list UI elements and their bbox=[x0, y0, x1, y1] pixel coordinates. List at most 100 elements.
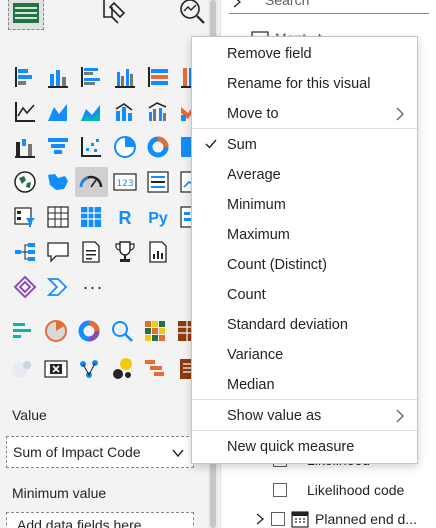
menu-minimum[interactable]: Minimum bbox=[192, 191, 417, 219]
pie-chart-icon[interactable] bbox=[108, 132, 141, 162]
custom-close-visual-icon[interactable] bbox=[39, 354, 72, 384]
menu-item-label: Sum bbox=[227, 137, 257, 153]
custom-heatmap-visual-icon[interactable] bbox=[138, 316, 171, 346]
field-row-planned-end-date[interactable]: Planned end d... bbox=[221, 505, 436, 528]
custom-search-visual-icon[interactable] bbox=[105, 316, 138, 346]
field-label: Planned end d... bbox=[315, 511, 417, 527]
table-icon[interactable] bbox=[41, 202, 74, 232]
menu-item-label: Move to bbox=[227, 106, 279, 122]
donut-chart-icon[interactable] bbox=[141, 132, 174, 162]
menu-item-label: Minimum bbox=[227, 197, 286, 213]
analytics-magnifier-icon bbox=[180, 0, 205, 24]
100-stacked-bar-chart-icon[interactable] bbox=[141, 62, 174, 92]
chevron-down-icon[interactable] bbox=[171, 446, 185, 463]
menu-item-label: Median bbox=[227, 377, 275, 393]
fields-search-input[interactable]: Search bbox=[229, 0, 429, 14]
paintbrush-icon bbox=[103, 0, 126, 24]
line-and-stacked-column-icon[interactable] bbox=[108, 97, 141, 127]
calendar-icon bbox=[291, 511, 309, 528]
checkmark-icon bbox=[205, 139, 217, 149]
custom-donut-visual-icon[interactable] bbox=[72, 316, 105, 346]
search-placeholder: Search bbox=[265, 0, 310, 8]
scatter-chart-icon[interactable] bbox=[75, 132, 108, 162]
menu-maximum[interactable]: Maximum bbox=[192, 221, 417, 249]
format-visual-tab[interactable] bbox=[95, 0, 131, 30]
svg-text:Py: Py bbox=[148, 210, 168, 227]
custom-dial-visual-icon[interactable] bbox=[39, 316, 72, 346]
more-visuals-icon[interactable]: ··· bbox=[76, 272, 110, 302]
menu-item-label: Remove field bbox=[227, 46, 312, 62]
svg-text:R: R bbox=[118, 208, 131, 228]
matrix-icon[interactable] bbox=[75, 202, 108, 232]
visual-gallery: 123 R Py ··· bbox=[8, 62, 208, 307]
menu-item-label: Rename for this visual bbox=[227, 76, 371, 92]
area-chart-icon[interactable] bbox=[41, 97, 74, 127]
chevron-right-icon[interactable] bbox=[231, 0, 243, 8]
menu-separator bbox=[192, 399, 417, 400]
minimum-value-label: Minimum value bbox=[12, 485, 107, 501]
python-visual-icon[interactable]: Py bbox=[141, 202, 174, 232]
waterfall-chart-icon[interactable] bbox=[8, 132, 41, 162]
menu-item-label: Show value as bbox=[227, 408, 322, 424]
slicer-icon[interactable] bbox=[8, 202, 41, 232]
filled-map-icon[interactable] bbox=[41, 167, 74, 197]
chevron-right-icon bbox=[396, 107, 404, 121]
custom-network-visual-icon[interactable] bbox=[72, 354, 105, 384]
menu-sum[interactable]: Sum bbox=[192, 131, 417, 159]
menu-count-distinct[interactable]: Count (Distinct) bbox=[192, 251, 417, 279]
map-icon[interactable] bbox=[8, 167, 41, 197]
stacked-column-chart-icon[interactable] bbox=[41, 62, 74, 92]
custom-bar-visual-icon[interactable] bbox=[6, 316, 39, 346]
build-visual-icon bbox=[13, 3, 39, 23]
menu-variance[interactable]: Variance bbox=[192, 341, 417, 369]
field-checkbox[interactable] bbox=[271, 512, 285, 526]
build-visual-tab[interactable] bbox=[8, 0, 44, 30]
smart-narrative-icon[interactable] bbox=[75, 237, 108, 267]
menu-average[interactable]: Average bbox=[192, 161, 417, 189]
custom-gantt-visual-icon[interactable] bbox=[138, 354, 171, 384]
stacked-area-chart-icon[interactable] bbox=[75, 97, 108, 127]
clustered-bar-chart-icon[interactable] bbox=[75, 62, 108, 92]
power-automate-icon[interactable] bbox=[42, 272, 76, 302]
add-data-field-well[interactable]: Add data fields here bbox=[6, 512, 194, 528]
decomposition-tree-icon[interactable] bbox=[8, 237, 41, 267]
menu-remove-field[interactable]: Remove field bbox=[192, 40, 417, 68]
field-checkbox[interactable] bbox=[273, 483, 287, 497]
visualizations-pane: 123 R Py ··· Value Sum of Impact Code Mi… bbox=[0, 0, 218, 528]
menu-count[interactable]: Count bbox=[192, 281, 417, 309]
menu-item-label: Count bbox=[227, 287, 266, 303]
field-context-menu: Remove field Rename for this visual Move… bbox=[191, 36, 418, 464]
menu-separator bbox=[192, 430, 417, 431]
menu-new-quick-measure[interactable]: New quick measure bbox=[192, 433, 417, 461]
menu-move-to[interactable]: Move to bbox=[192, 100, 417, 128]
r-script-visual-icon[interactable]: R bbox=[108, 202, 141, 232]
menu-item-label: Variance bbox=[227, 347, 284, 363]
pane-tabs bbox=[0, 0, 218, 38]
clustered-column-chart-icon[interactable] bbox=[108, 62, 141, 92]
field-row-likelihood-code[interactable]: Likelihood code bbox=[221, 476, 436, 504]
card-icon[interactable]: 123 bbox=[108, 167, 141, 197]
paginated-report-icon[interactable] bbox=[141, 237, 174, 267]
menu-median[interactable]: Median bbox=[192, 371, 417, 399]
qa-visual-icon[interactable] bbox=[41, 237, 74, 267]
line-and-clustered-column-icon[interactable] bbox=[141, 97, 174, 127]
custom-dots-visual-icon[interactable] bbox=[105, 354, 138, 384]
multi-row-card-icon[interactable] bbox=[141, 167, 174, 197]
line-chart-icon[interactable] bbox=[8, 97, 41, 127]
gauge-icon[interactable] bbox=[74, 167, 108, 197]
menu-show-value-as[interactable]: Show value as bbox=[192, 402, 417, 430]
value-field-well[interactable]: Sum of Impact Code bbox=[6, 436, 194, 468]
funnel-chart-icon[interactable] bbox=[41, 132, 74, 162]
analytics-tab[interactable] bbox=[174, 0, 210, 30]
custom-bubble-visual-icon[interactable] bbox=[6, 354, 39, 384]
menu-item-label: Count (Distinct) bbox=[227, 257, 327, 273]
power-apps-icon[interactable] bbox=[8, 272, 42, 302]
svg-text:123: 123 bbox=[116, 179, 133, 189]
menu-rename-for-visual[interactable]: Rename for this visual bbox=[192, 70, 417, 98]
menu-standard-deviation[interactable]: Standard deviation bbox=[192, 311, 417, 339]
stacked-bar-chart-icon[interactable] bbox=[8, 62, 41, 92]
menu-item-label: Standard deviation bbox=[227, 317, 348, 333]
chevron-right-icon[interactable] bbox=[255, 513, 265, 525]
value-field-name: Sum of Impact Code bbox=[13, 444, 141, 460]
trophy-icon[interactable] bbox=[108, 237, 141, 267]
